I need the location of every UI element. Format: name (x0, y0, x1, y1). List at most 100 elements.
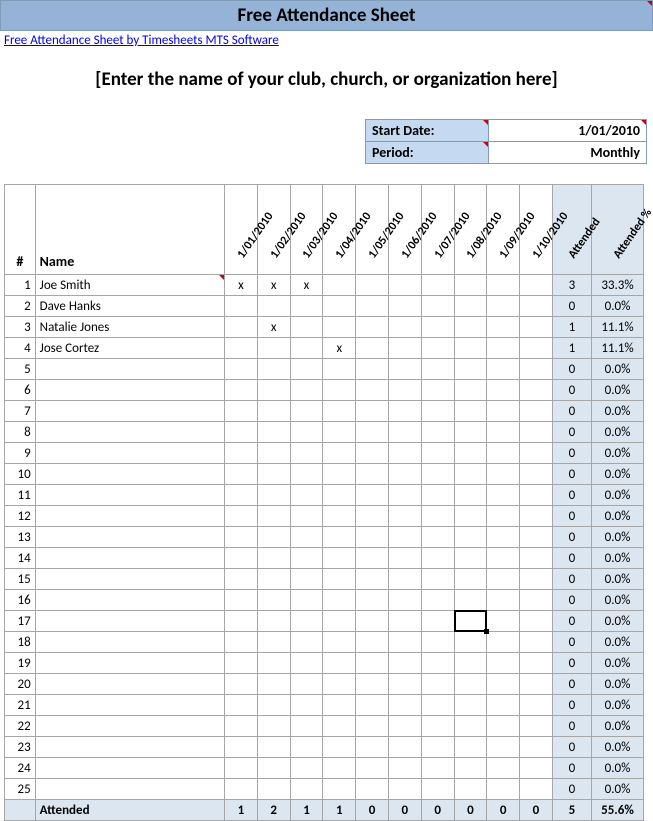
attendance-cell[interactable] (421, 443, 454, 464)
attendance-cell[interactable] (487, 380, 520, 401)
attendance-cell[interactable] (323, 422, 356, 443)
attendance-cell[interactable] (257, 464, 290, 485)
attendance-cell[interactable] (225, 422, 258, 443)
attendance-cell[interactable] (454, 338, 487, 359)
attendance-cell[interactable] (356, 485, 389, 506)
attendance-cell[interactable] (290, 779, 323, 800)
attendance-cell[interactable] (487, 443, 520, 464)
attendance-cell[interactable] (487, 653, 520, 674)
attendance-cell[interactable] (290, 317, 323, 338)
attendance-cell[interactable] (225, 716, 258, 737)
attendance-cell[interactable] (290, 485, 323, 506)
attendance-cell[interactable] (421, 590, 454, 611)
attendance-cell[interactable] (290, 611, 323, 632)
row-name[interactable] (35, 695, 224, 716)
attendance-cell[interactable] (454, 695, 487, 716)
attendance-cell[interactable] (520, 317, 553, 338)
attendance-cell[interactable] (290, 527, 323, 548)
table-row[interactable]: 700.0% (5, 401, 644, 422)
table-row[interactable]: 1600.0% (5, 590, 644, 611)
attendance-cell[interactable] (356, 317, 389, 338)
attendance-cell[interactable] (421, 422, 454, 443)
attendance-cell[interactable] (454, 569, 487, 590)
attendance-cell[interactable] (487, 758, 520, 779)
attendance-cell[interactable] (323, 632, 356, 653)
row-name[interactable] (35, 464, 224, 485)
attendance-cell[interactable] (257, 338, 290, 359)
row-name[interactable] (35, 443, 224, 464)
attendance-cell[interactable] (388, 359, 421, 380)
attendance-cell[interactable] (257, 569, 290, 590)
table-row[interactable]: 1400.0% (5, 548, 644, 569)
attendance-cell[interactable] (225, 527, 258, 548)
attendance-cell[interactable] (257, 695, 290, 716)
row-name[interactable] (35, 401, 224, 422)
attendance-cell[interactable] (290, 590, 323, 611)
attendance-cell[interactable] (290, 548, 323, 569)
attendance-cell[interactable] (388, 464, 421, 485)
attendance-cell[interactable] (487, 737, 520, 758)
attendance-cell[interactable] (356, 674, 389, 695)
attendance-cell[interactable] (421, 653, 454, 674)
attendance-cell[interactable] (388, 422, 421, 443)
attendance-cell[interactable] (356, 506, 389, 527)
attendance-cell[interactable] (225, 779, 258, 800)
attendance-cell[interactable] (323, 653, 356, 674)
attendance-cell[interactable] (520, 338, 553, 359)
attendance-cell[interactable] (454, 548, 487, 569)
attendance-cell[interactable] (257, 632, 290, 653)
attendance-cell[interactable] (487, 506, 520, 527)
start-date-value[interactable]: 1/01/2010 (489, 120, 647, 142)
attendance-cell[interactable] (323, 716, 356, 737)
attendance-cell[interactable] (388, 485, 421, 506)
attendance-cell[interactable] (225, 380, 258, 401)
attendance-cell[interactable] (421, 485, 454, 506)
attendance-cell[interactable] (356, 611, 389, 632)
attendance-cell[interactable] (421, 779, 454, 800)
attendance-cell[interactable] (421, 401, 454, 422)
attendance-cell[interactable] (323, 548, 356, 569)
attendance-cell[interactable] (388, 401, 421, 422)
attendance-cell[interactable] (290, 359, 323, 380)
attendance-cell[interactable] (487, 611, 520, 632)
attendance-cell[interactable] (356, 296, 389, 317)
attendance-cell[interactable] (356, 464, 389, 485)
attendance-cell[interactable] (356, 695, 389, 716)
attendance-cell[interactable] (257, 485, 290, 506)
attendance-cell[interactable] (356, 359, 389, 380)
attendance-cell[interactable] (225, 569, 258, 590)
attendance-cell[interactable] (454, 716, 487, 737)
row-name[interactable] (35, 548, 224, 569)
table-row[interactable]: 1500.0% (5, 569, 644, 590)
attendance-cell[interactable]: x (225, 275, 258, 296)
attendance-cell[interactable] (225, 401, 258, 422)
attendance-cell[interactable] (421, 380, 454, 401)
attendance-cell[interactable]: x (323, 338, 356, 359)
attendance-cell[interactable] (257, 737, 290, 758)
attendance-cell[interactable] (454, 485, 487, 506)
attendance-cell[interactable] (520, 422, 553, 443)
attendance-cell[interactable] (323, 590, 356, 611)
attendance-cell[interactable] (454, 506, 487, 527)
row-name[interactable] (35, 590, 224, 611)
table-row[interactable]: 600.0% (5, 380, 644, 401)
attendance-cell[interactable] (257, 380, 290, 401)
row-name[interactable] (35, 716, 224, 737)
attendance-cell[interactable] (520, 653, 553, 674)
attendance-cell[interactable] (388, 527, 421, 548)
attendance-cell[interactable] (323, 317, 356, 338)
attendance-cell[interactable] (388, 779, 421, 800)
attendance-cell[interactable] (454, 758, 487, 779)
attendance-cell[interactable]: x (257, 275, 290, 296)
attendance-cell[interactable] (225, 611, 258, 632)
attendance-cell[interactable] (290, 422, 323, 443)
attendance-cell[interactable] (257, 401, 290, 422)
table-row[interactable]: 500.0% (5, 359, 644, 380)
table-row[interactable]: 2100.0% (5, 695, 644, 716)
attendance-cell[interactable] (323, 569, 356, 590)
attendance-cell[interactable] (356, 737, 389, 758)
attendance-cell[interactable] (487, 548, 520, 569)
attendance-cell[interactable] (454, 296, 487, 317)
row-name[interactable]: Natalie Jones (35, 317, 224, 338)
attendance-cell[interactable] (421, 527, 454, 548)
